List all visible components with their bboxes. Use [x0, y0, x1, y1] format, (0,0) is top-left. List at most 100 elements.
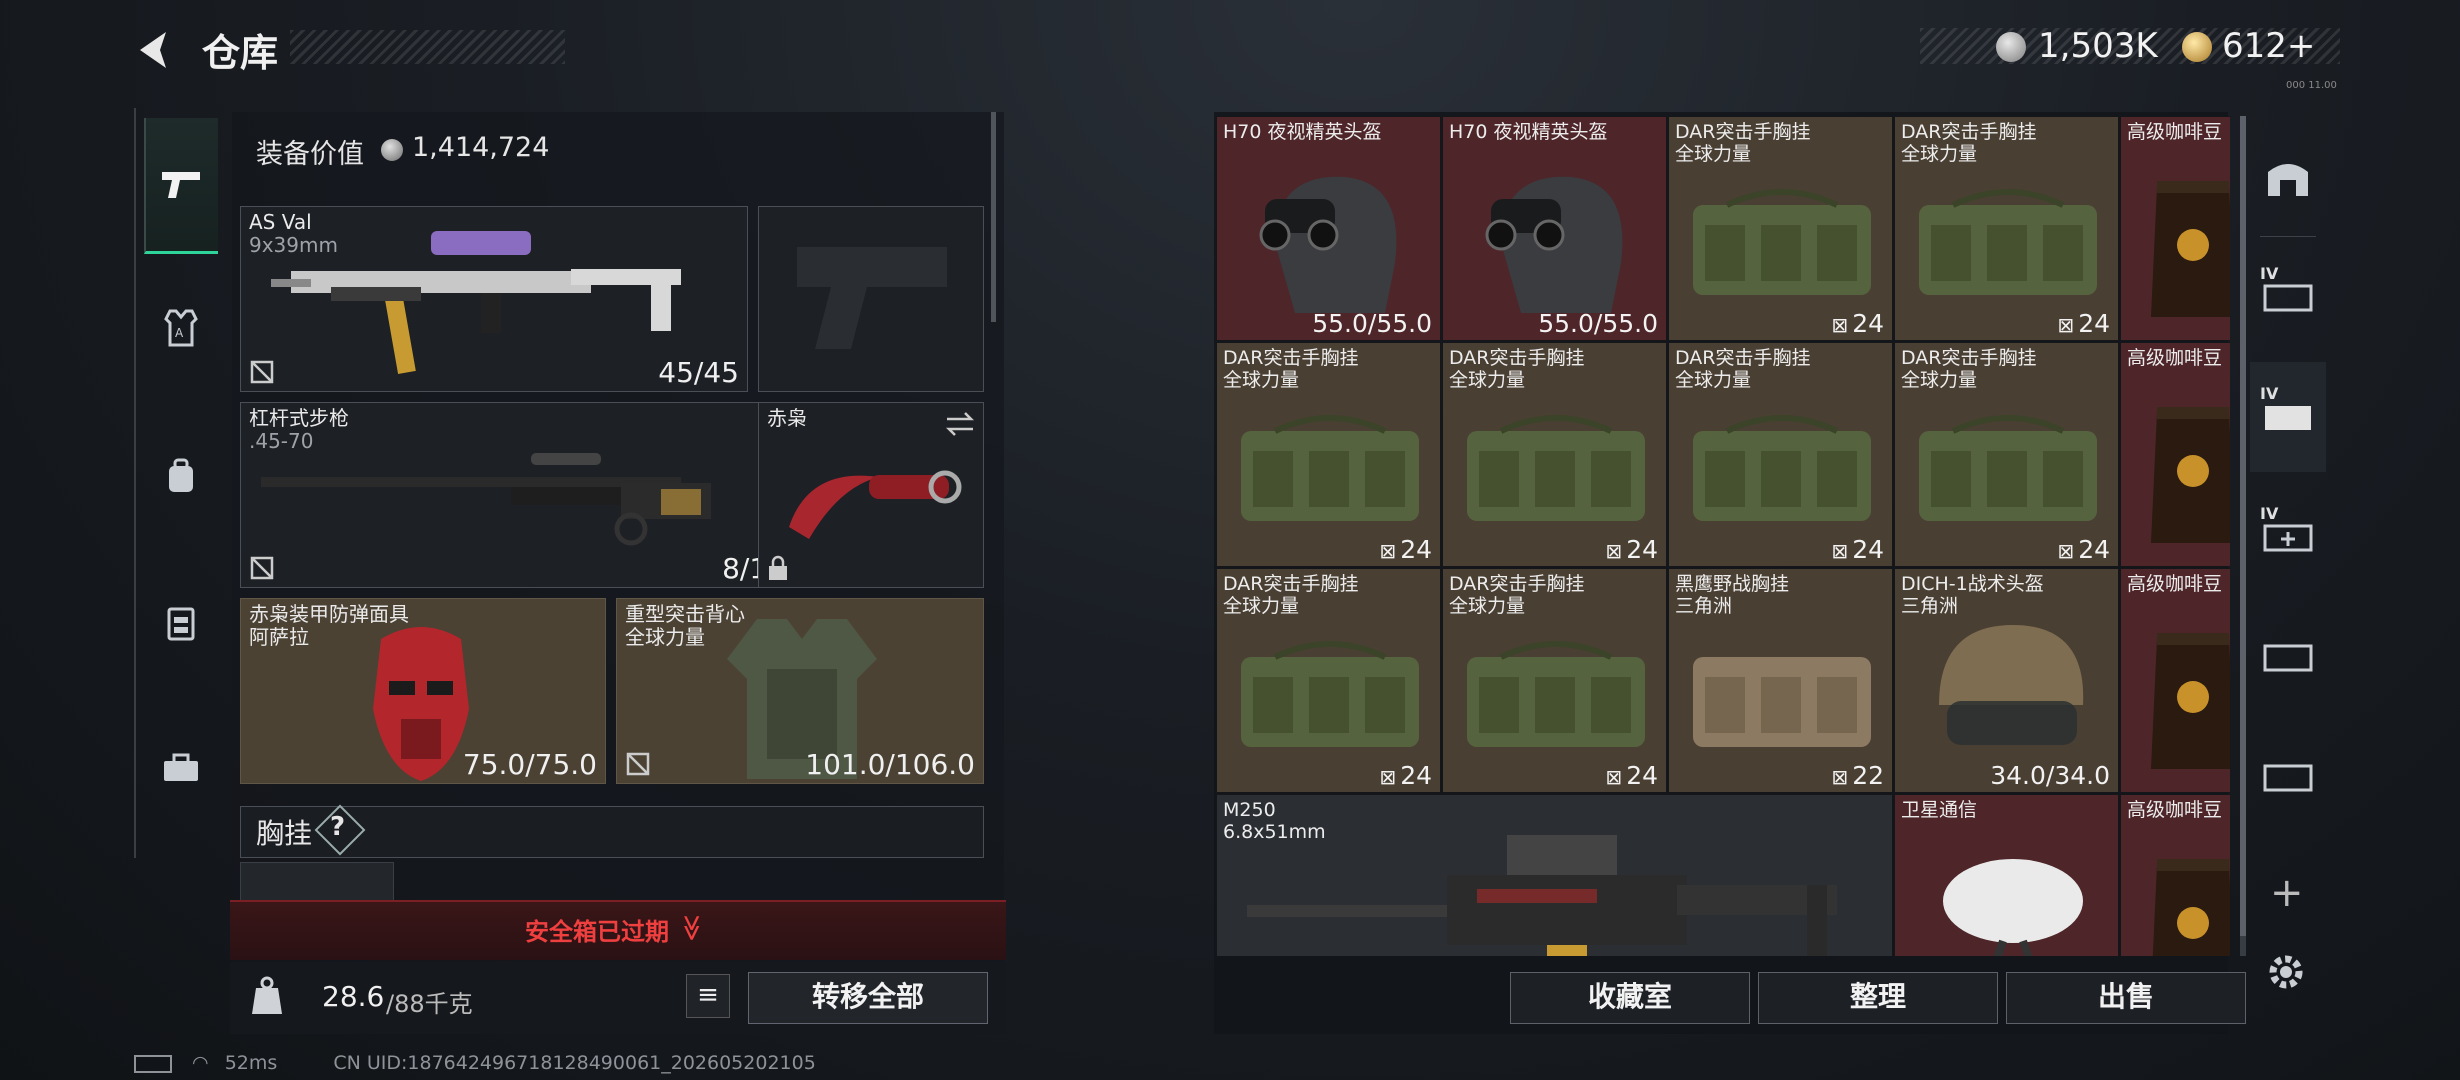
- stash-item-value-text: 55.0/55.0: [1538, 309, 1658, 338]
- stash-scrollbar[interactable]: [2240, 116, 2246, 936]
- tab-tag: IV: [2260, 504, 2279, 523]
- list-view-button[interactable]: ≡: [686, 974, 730, 1018]
- stash-item[interactable]: DAR突击手胸挂 全球力量 ⊠ 24: [1894, 116, 2119, 341]
- capacity-icon: ⊠: [1831, 539, 1849, 563]
- backpack-icon: [169, 458, 193, 492]
- stash-item[interactable]: 高级咖啡豆: [2120, 794, 2230, 956]
- gear-icon[interactable]: [2262, 948, 2310, 996]
- stash-item[interactable]: H70 夜视精英头盔 55.0/55.0: [1216, 116, 1441, 341]
- stash-box-icon: [2263, 644, 2313, 672]
- stash-item-sub: 全球力量: [1675, 369, 1752, 391]
- tab-tag: IV: [2260, 264, 2279, 283]
- tab-stash-1[interactable]: IV: [2250, 242, 2326, 352]
- capacity-icon: ⊠: [1831, 765, 1849, 789]
- sort-button[interactable]: 整理: [1758, 972, 1998, 1024]
- swap-icon[interactable]: [945, 411, 975, 437]
- stash-item-title: 高级咖啡豆: [2127, 799, 2223, 821]
- armor-slot[interactable]: 重型突击背心 全球力量 101.0/106.0: [616, 598, 984, 784]
- stash-item[interactable]: DAR突击手胸挂 全球力量 ⊠ 24: [1216, 342, 1441, 567]
- stash-item-name: H70 夜视精英头盔: [1223, 121, 1382, 143]
- stash-item-value: ⊠ 24: [1831, 309, 1884, 338]
- status-bar: ◠ 52ms CN UID:187642496718128490061_2026…: [134, 1052, 816, 1074]
- stash-item[interactable]: 高级咖啡豆: [2120, 342, 2230, 567]
- sell-button[interactable]: 出售: [2006, 972, 2246, 1024]
- stash-item-sub: 全球力量: [1449, 595, 1526, 617]
- help-icon-glyph: ?: [330, 812, 346, 842]
- currency-gold[interactable]: 612+: [2222, 26, 2315, 66]
- tab-stash-3[interactable]: IV: [2250, 482, 2326, 592]
- stash-item-title: DAR突击手胸挂: [1901, 347, 2037, 369]
- stash-item[interactable]: 卫星通信: [1894, 794, 2119, 956]
- stash-item[interactable]: DICH-1战术头盔 三角洲 34.0/34.0: [1894, 568, 2119, 793]
- loadout-scrollbar[interactable]: [991, 112, 996, 322]
- collection-button[interactable]: 收藏室: [1510, 972, 1750, 1024]
- stash-item-title: DAR突击手胸挂: [1901, 121, 2037, 143]
- stash-item[interactable]: 高级咖啡豆: [2120, 116, 2230, 341]
- karambit-image: [789, 470, 962, 539]
- tab-stash-5[interactable]: [2250, 722, 2326, 832]
- stash-item-name: 高级咖啡豆: [2127, 573, 2222, 595]
- stash-item-title: DAR突击手胸挂: [1675, 121, 1811, 143]
- stash-item[interactable]: DAR突击手胸挂 全球力量 ⊠ 24: [1894, 342, 2119, 567]
- stash-item-sub: 三角洲: [1675, 595, 1733, 617]
- armor-durability: 101.0/106.0: [805, 748, 975, 781]
- rig-icon: [167, 607, 195, 641]
- tab-stash-all[interactable]: [2250, 122, 2326, 232]
- no-mod-icon: [250, 556, 274, 580]
- lock-icon: [769, 555, 787, 580]
- stash-item-value: 55.0/55.0: [1312, 309, 1432, 338]
- stash-item[interactable]: 高级咖啡豆: [2120, 568, 2230, 793]
- helmet-slot[interactable]: 赤枭装甲防弹面具 阿萨拉 75.0/75.0: [240, 598, 606, 784]
- stash-item-title: H70 夜视精英头盔: [1449, 121, 1608, 143]
- loadout-sidebar: A: [134, 108, 226, 858]
- stash-item-name: DAR突击手胸挂 全球力量: [1223, 347, 1359, 391]
- tab-tag: IV: [2260, 384, 2279, 403]
- page-title: 仓库: [202, 31, 279, 75]
- stash-item[interactable]: 黑鹰野战胸挂 三角洲 ⊠ 22: [1668, 568, 1893, 793]
- stash-item-value-text: 24: [1852, 309, 1884, 338]
- stash-item-value: ⊠ 24: [1831, 535, 1884, 564]
- lever-rifle-image: [261, 453, 711, 546]
- tab-stash-2[interactable]: IV: [2250, 362, 2326, 472]
- melee-slot[interactable]: 赤枭: [758, 402, 984, 588]
- tab-rig[interactable]: [144, 554, 218, 690]
- stash-item[interactable]: DAR突击手胸挂 全球力量 ⊠ 24: [1668, 342, 1893, 567]
- weight-max: /88千克: [386, 990, 473, 1018]
- stash-item-value: ⊠ 24: [1605, 761, 1658, 790]
- primary-weapon-slot[interactable]: AS Val 9x39mm 45/45: [240, 206, 748, 392]
- capacity-icon: ⊠: [2057, 539, 2075, 563]
- stash-item[interactable]: DAR突击手胸挂 全球力量 ⊠ 24: [1216, 568, 1441, 793]
- stash-item-title: 高级咖啡豆: [2127, 121, 2223, 143]
- stash-item-title: DAR突击手胸挂: [1223, 573, 1359, 595]
- stash-item-name: DAR突击手胸挂 全球力量: [1675, 347, 1811, 391]
- stash-box-icon: [2265, 406, 2311, 430]
- tab-stash-4[interactable]: [2250, 602, 2326, 712]
- melee-name: 赤枭: [767, 406, 807, 430]
- no-mod-icon: [626, 752, 650, 776]
- back-arrow-icon[interactable]: [132, 28, 176, 72]
- stash-item[interactable]: H70 夜视精英头盔 55.0/55.0: [1442, 116, 1667, 341]
- stash-item-name: DAR突击手胸挂 全球力量: [1449, 347, 1585, 391]
- pistol-slot[interactable]: [758, 206, 984, 392]
- transfer-all-button[interactable]: 转移全部: [748, 972, 988, 1024]
- stash-item[interactable]: M250 6.8x51mm: [1216, 794, 1893, 956]
- battery-icon: [134, 1054, 172, 1073]
- satellite-dish-image: [1943, 859, 2083, 956]
- chest-rig-image: [1919, 189, 2097, 295]
- stash-item[interactable]: DAR突击手胸挂 全球力量 ⊠ 24: [1442, 342, 1667, 567]
- capacity-icon: ⊠: [1831, 313, 1849, 337]
- tab-case[interactable]: [144, 700, 218, 836]
- stash-item[interactable]: DAR突击手胸挂 全球力量 ⊠ 24: [1442, 568, 1667, 793]
- tab-weapons[interactable]: [144, 118, 218, 254]
- secondary-weapon-slot[interactable]: 杠杆式步枪 .45-70 8/10: [240, 402, 794, 588]
- tab-armor[interactable]: A: [144, 260, 218, 396]
- add-stash-button[interactable]: +: [2270, 870, 2304, 916]
- stash-item-value-text: 24: [1626, 761, 1658, 790]
- stash-item-value: ⊠ 24: [2057, 535, 2110, 564]
- tab-backpack[interactable]: [144, 408, 218, 544]
- chest-rig-image: [1241, 641, 1419, 747]
- currency-silver[interactable]: 1,503K: [2038, 26, 2158, 66]
- stash-item[interactable]: DAR突击手胸挂 全球力量 ⊠ 24: [1668, 116, 1893, 341]
- coffee-bag-image: [2151, 407, 2230, 543]
- stash-item-title: DAR突击手胸挂: [1675, 347, 1811, 369]
